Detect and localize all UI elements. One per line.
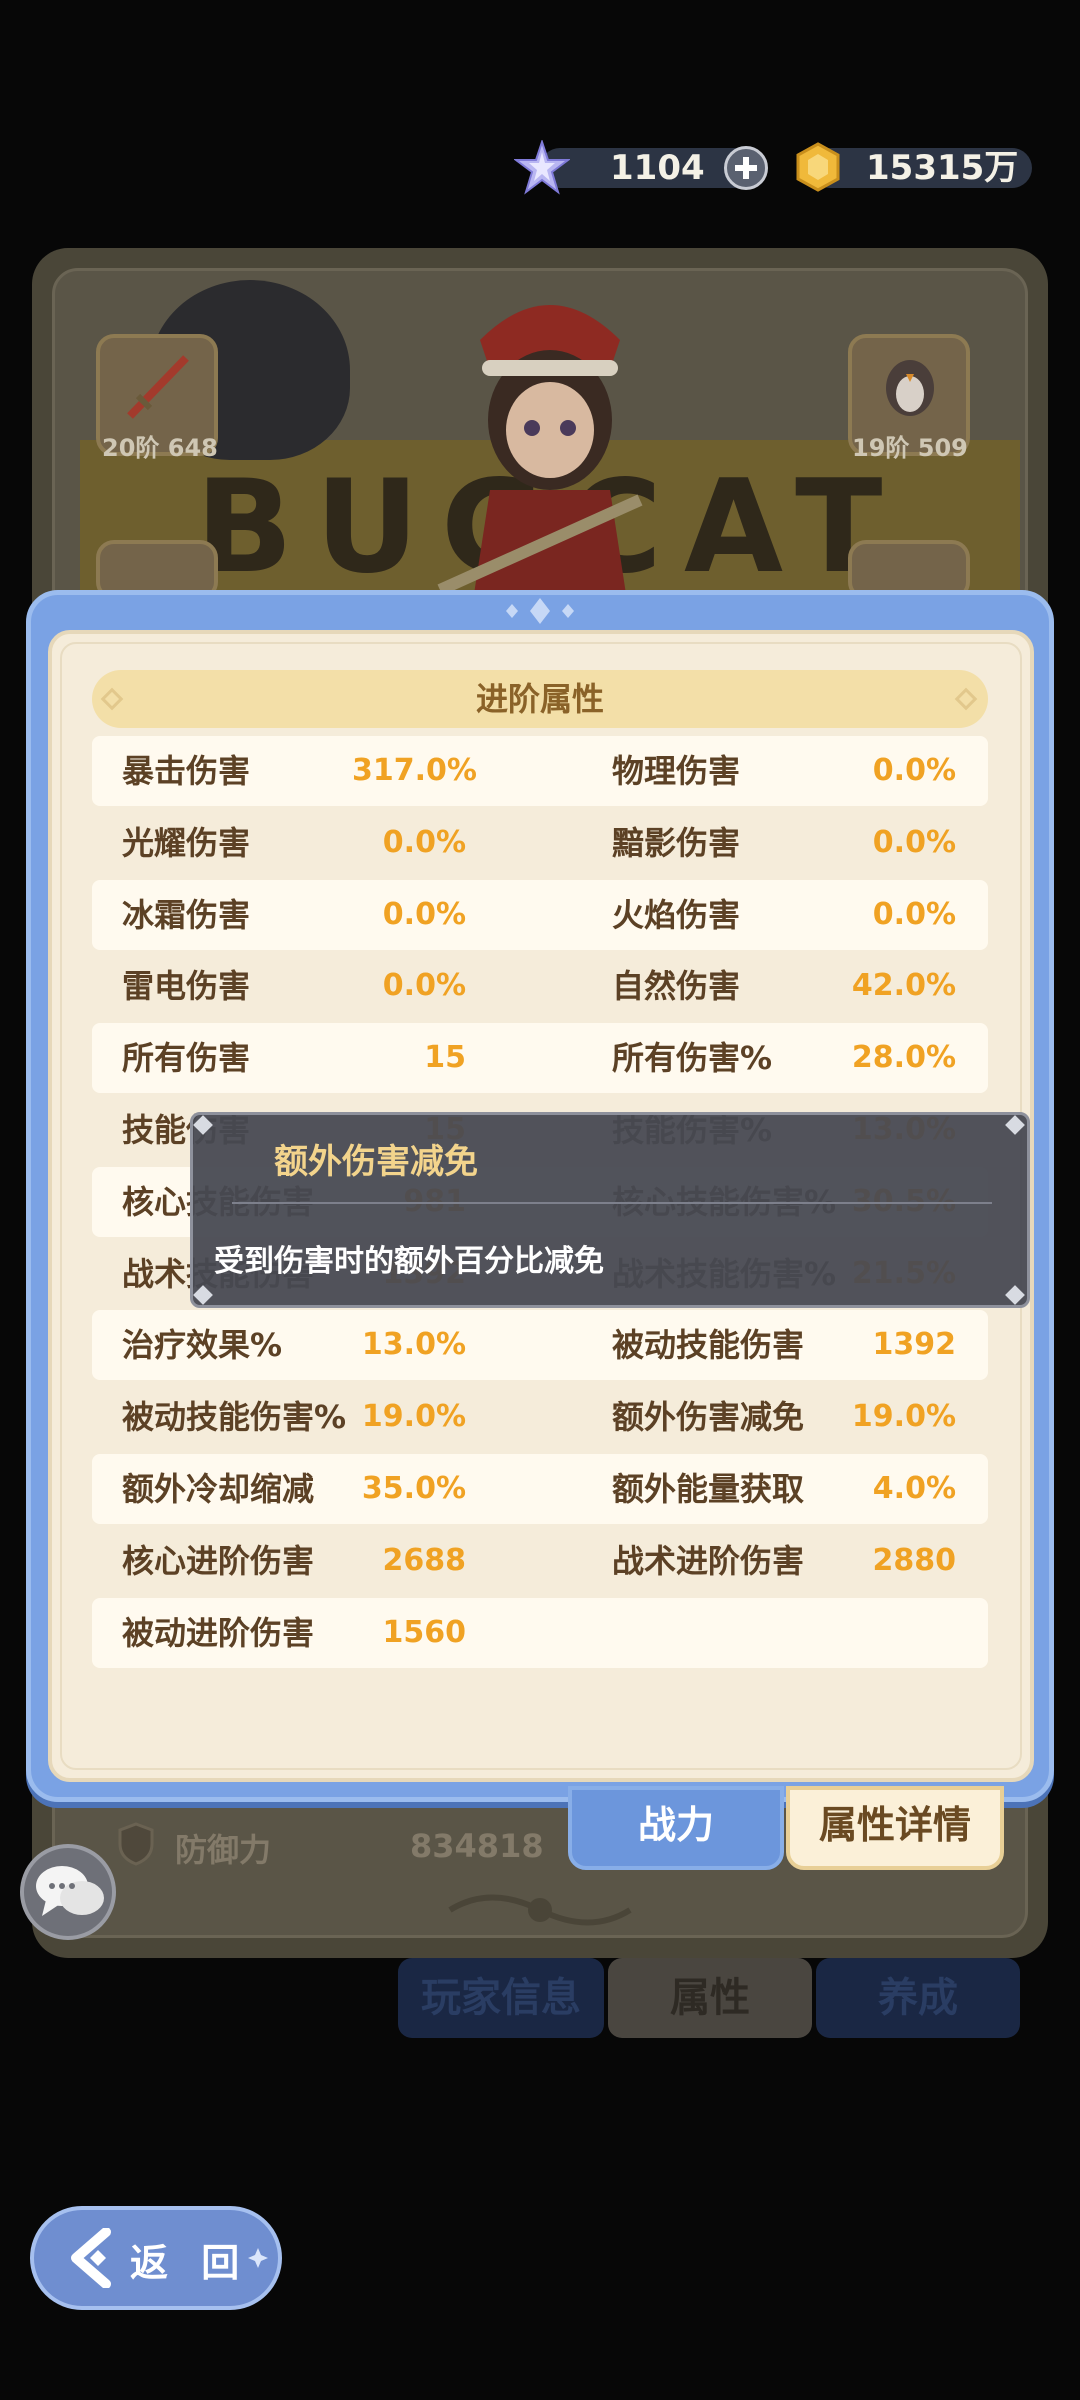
attribute-label[interactable]: 额外能量获取 xyxy=(612,1454,804,1524)
panel-bottom-ornament xyxy=(448,1894,632,1926)
attribute-label[interactable]: 被动进阶伤害 xyxy=(122,1598,314,1668)
attribute-value: 317.0% xyxy=(352,753,477,788)
attribute-label[interactable]: 额外冷却缩减 xyxy=(122,1454,314,1524)
attribute-label[interactable]: 黯影伤害 xyxy=(612,808,740,878)
attribute-value: 19.0% xyxy=(851,1399,956,1434)
sword-icon xyxy=(127,355,189,419)
section-title: 进阶属性 xyxy=(475,680,604,718)
weapon-equip-level: 20阶 648 xyxy=(102,434,218,462)
tab-combat-power-label: 战力 xyxy=(637,1803,714,1847)
tooltip-description: 受到伤害时的额外百分比减免 xyxy=(214,1244,604,1279)
gold-coin-icon xyxy=(796,142,840,192)
attribute-value: 13.0% xyxy=(361,1327,466,1362)
gold-amount: 15315万 xyxy=(866,148,1019,188)
back-sparkle-icon xyxy=(248,2248,268,2268)
character-portrait xyxy=(437,305,643,620)
attribute-label[interactable]: 战术进阶伤害 xyxy=(612,1526,804,1596)
attribute-value: 1560 xyxy=(382,1615,467,1650)
attribute-label[interactable]: 自然伤害 xyxy=(612,951,740,1021)
attribute-value: 0.0% xyxy=(382,897,466,932)
attribute-row: 额外冷却缩减 35.0% 额外能量获取 4.0% xyxy=(92,1454,988,1524)
gem-amount: 1104 xyxy=(610,148,705,188)
attribute-value: 0.0% xyxy=(872,825,956,860)
attribute-value: 15 xyxy=(424,1040,466,1075)
attribute-label[interactable]: 暴击伤害 xyxy=(122,736,250,806)
attribute-value: 1392 xyxy=(872,1327,957,1362)
tab-attributes[interactable]: 属性 xyxy=(608,1958,812,2038)
gem-icon xyxy=(514,140,570,195)
attribute-value: 42.0% xyxy=(851,968,956,1003)
back-arrow-icon xyxy=(71,2228,111,2288)
attribute-row: 暴击伤害 317.0% 物理伤害 0.0% xyxy=(92,736,988,806)
tab-attribute-details-label: 属性详情 xyxy=(818,1803,971,1847)
attribute-label[interactable]: 治疗效果% xyxy=(122,1310,282,1380)
attribute-label[interactable]: 核心进阶伤害 xyxy=(122,1526,314,1596)
attribute-value: 28.0% xyxy=(851,1040,956,1075)
defense-value: 834818 xyxy=(410,1827,544,1865)
attribute-row: 所有伤害 15 所有伤害% 28.0% xyxy=(92,1023,988,1093)
attribute-row: 雷电伤害 0.0% 自然伤害 42.0% xyxy=(92,951,988,1021)
back-label: 返 回 xyxy=(130,2241,250,2285)
attribute-label[interactable]: 光耀伤害 xyxy=(122,808,250,878)
attribute-value: 35.0% xyxy=(361,1471,466,1506)
attribute-value: 0.0% xyxy=(872,897,956,932)
attribute-label[interactable]: 所有伤害 xyxy=(122,1023,250,1093)
accessory-equip-level: 19阶 509 xyxy=(852,434,968,462)
attribute-label[interactable]: 所有伤害% xyxy=(612,1023,772,1093)
attribute-row: 治疗效果% 13.0% 被动技能伤害 1392 xyxy=(92,1310,988,1380)
attribute-value: 4.0% xyxy=(872,1471,956,1506)
attribute-label[interactable]: 被动技能伤害 xyxy=(612,1310,804,1380)
attribute-value: 0.0% xyxy=(382,968,466,1003)
chat-bubble-icon xyxy=(36,1866,104,1916)
attribute-label[interactable]: 被动技能伤害% xyxy=(122,1382,346,1452)
tooltip-title: 额外伤害减免 xyxy=(274,1142,478,1182)
attribute-value: 2880 xyxy=(872,1543,957,1578)
attribute-value: 2688 xyxy=(382,1543,467,1578)
attribute-row: 冰霜伤害 0.0% 火焰伤害 0.0% xyxy=(92,880,988,950)
attribute-row: 被动技能伤害% 19.0% 额外伤害减免 19.0% xyxy=(92,1382,988,1452)
plus-icon xyxy=(735,157,757,179)
shield-icon xyxy=(118,1822,154,1866)
attribute-label[interactable]: 额外伤害减免 xyxy=(612,1382,804,1452)
tab-player-info[interactable]: 玩家信息 xyxy=(398,1958,604,2038)
defense-label: 防御力 xyxy=(175,1831,272,1869)
attribute-row: 光耀伤害 0.0% 黯影伤害 0.0% xyxy=(92,808,988,878)
attribute-value: 19.0% xyxy=(361,1399,466,1434)
attribute-value: 0.0% xyxy=(382,825,466,860)
tooltip-divider xyxy=(232,1202,992,1204)
attribute-label[interactable]: 冰霜伤害 xyxy=(122,880,250,950)
attribute-row: 被动进阶伤害 1560 xyxy=(92,1598,988,1668)
popup-top-ornament xyxy=(506,598,574,624)
attribute-label[interactable]: 火焰伤害 xyxy=(612,880,740,950)
attribute-label[interactable]: 物理伤害 xyxy=(612,736,740,806)
tab-development[interactable]: 养成 xyxy=(816,1958,1020,2038)
attribute-value: 0.0% xyxy=(872,753,956,788)
penguin-icon xyxy=(886,360,934,416)
attribute-label[interactable]: 雷电伤害 xyxy=(122,951,250,1021)
attribute-row: 核心进阶伤害 2688 战术进阶伤害 2880 xyxy=(92,1526,988,1596)
